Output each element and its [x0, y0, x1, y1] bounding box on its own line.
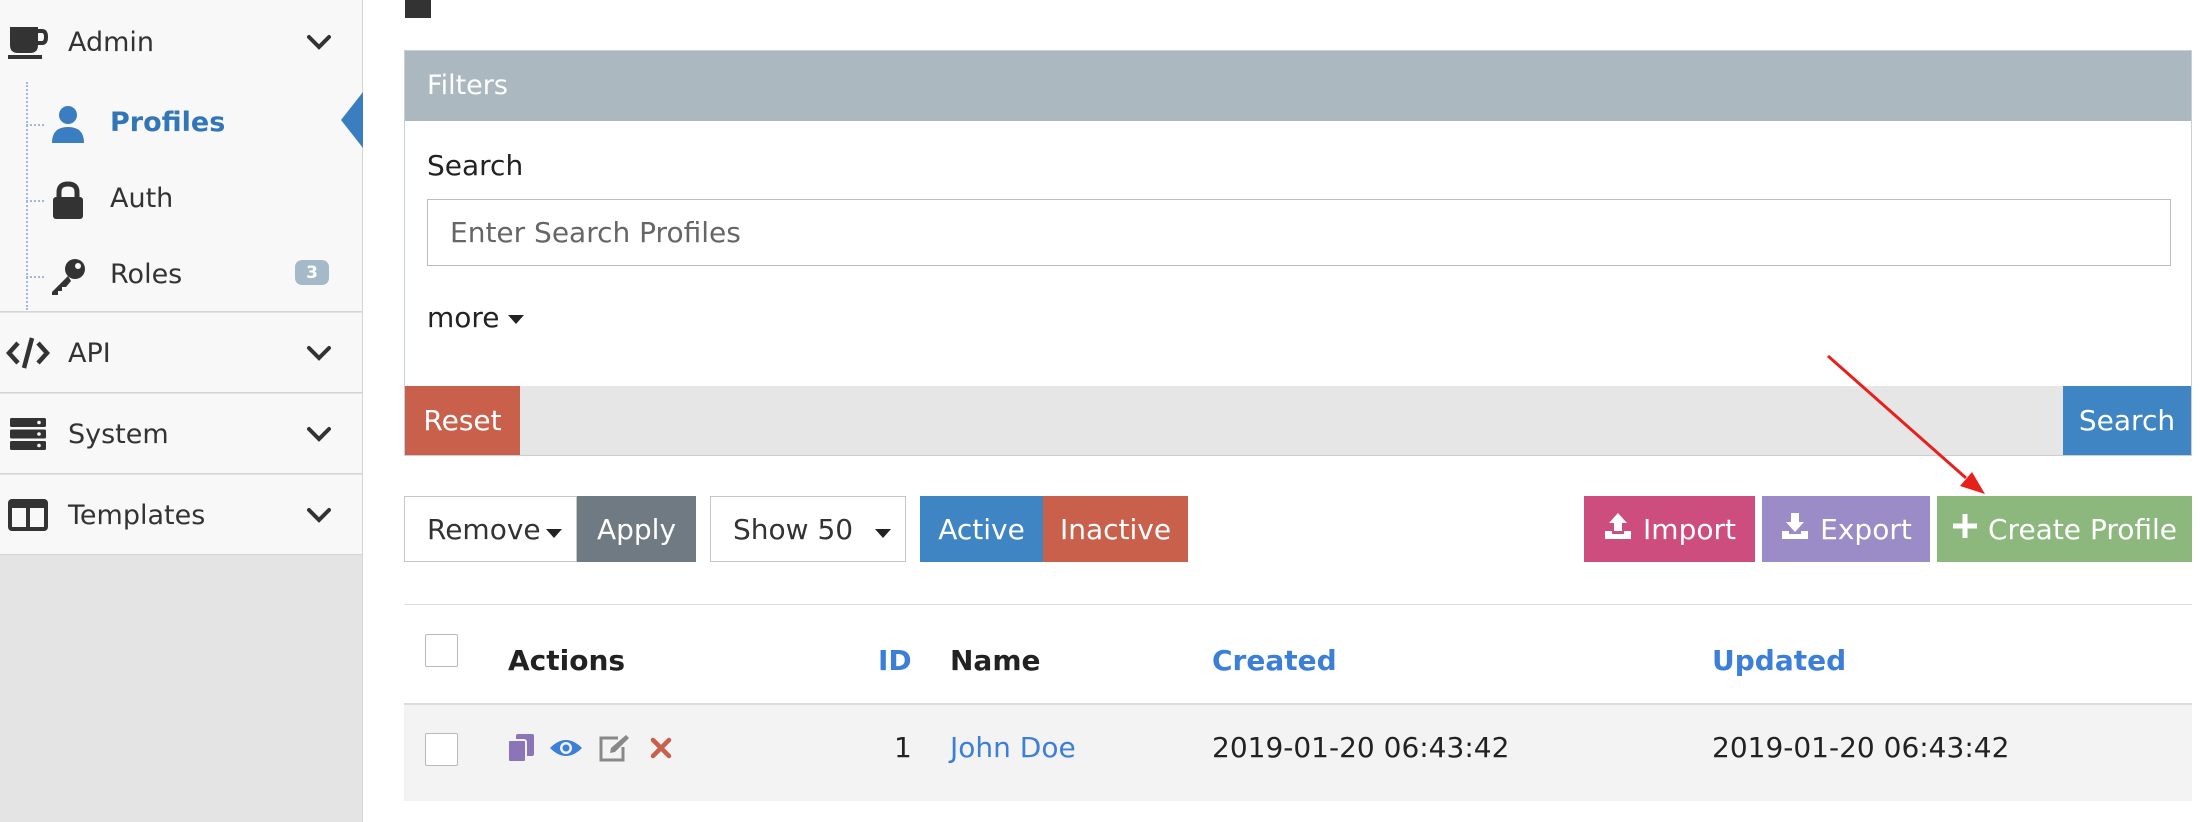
server-icon: [6, 412, 50, 456]
filters-header: Filters: [405, 51, 2191, 121]
chevron-down-icon: [304, 419, 334, 449]
download-icon: [1780, 511, 1810, 548]
sidebar-item-label: Admin: [68, 26, 155, 58]
tree-tick: [26, 276, 44, 278]
column-header-actions: Actions: [508, 644, 626, 677]
export-label: Export: [1820, 512, 1912, 546]
more-label: more: [427, 301, 500, 334]
column-header-updated[interactable]: Updated: [1712, 644, 1846, 677]
sidebar: Admin Profiles Auth Roles 3 API System T…: [0, 0, 363, 822]
chevron-down-icon: [304, 27, 334, 57]
plus-icon: [1952, 513, 1978, 546]
sidebar-item-system[interactable]: System: [0, 394, 362, 474]
sidebar-item-label: System: [68, 418, 169, 450]
cell-created: 2019-01-20 06:43:42: [1212, 731, 1510, 764]
bulk-action-value: Remove: [427, 512, 541, 546]
table-header: Actions ID Name Created Updated: [404, 620, 2192, 705]
column-header-id[interactable]: ID: [878, 644, 912, 677]
filters-panel: Filters Search more Reset Search: [404, 50, 2192, 456]
sidebar-item-label: Auth: [110, 183, 174, 214]
reset-button[interactable]: Reset: [405, 386, 520, 455]
sidebar-item-profiles[interactable]: Profiles: [0, 86, 362, 162]
import-button[interactable]: Import: [1584, 496, 1755, 562]
key-icon: [46, 254, 90, 298]
caret-down-icon: [875, 529, 891, 538]
sidebar-item-label: API: [68, 337, 111, 369]
column-header-created[interactable]: Created: [1212, 644, 1337, 677]
filters-footer: Reset Search: [405, 386, 2191, 455]
create-profile-label: Create Profile: [1988, 512, 2177, 546]
inactive-filter-button[interactable]: Inactive: [1043, 496, 1188, 562]
export-button[interactable]: Export: [1762, 496, 1930, 562]
import-label: Import: [1643, 512, 1736, 546]
sidebar-section-admin: Admin Profiles Auth Roles 3: [0, 0, 362, 312]
chevron-down-icon: [304, 338, 334, 368]
sidebar-section-api: API: [0, 313, 362, 393]
user-icon: [46, 102, 90, 146]
caret-down-icon: [546, 529, 562, 538]
sidebar-item-label: Templates: [68, 499, 206, 531]
copy-icon[interactable]: [504, 731, 538, 765]
column-header-name: Name: [950, 644, 1041, 677]
row-checkbox[interactable]: [425, 733, 458, 766]
bulk-action-select[interactable]: Remove: [404, 496, 577, 562]
upload-icon: [1603, 511, 1633, 548]
sidebar-item-admin[interactable]: Admin: [0, 2, 362, 82]
more-filters-toggle[interactable]: more: [427, 301, 524, 334]
app-root: Admin Profiles Auth Roles 3 API System T…: [0, 0, 2200, 822]
sidebar-item-api[interactable]: API: [0, 313, 362, 393]
sidebar-section-system: System: [0, 394, 362, 474]
active-item-caret: [341, 92, 363, 148]
caret-down-icon: [507, 314, 524, 324]
sidebar-item-templates[interactable]: Templates: [0, 475, 362, 555]
heading-icon: [405, 0, 431, 18]
page-size-select[interactable]: Show 50: [710, 496, 906, 562]
coffee-icon: [6, 20, 50, 64]
page-size-value: Show 50: [733, 512, 854, 546]
table-row: 1 John Doe 2019-01-20 06:43:42 2019-01-2…: [404, 705, 2192, 801]
sidebar-item-label: Roles: [110, 259, 183, 290]
chevron-down-icon: [304, 500, 334, 530]
create-profile-button[interactable]: Create Profile: [1937, 496, 2192, 562]
tree-tick: [26, 200, 44, 202]
apply-button[interactable]: Apply: [577, 496, 696, 562]
search-input[interactable]: [427, 199, 2171, 266]
select-all-checkbox[interactable]: [425, 634, 458, 667]
search-label: Search: [427, 149, 524, 182]
sidebar-section-templates: Templates: [0, 475, 362, 555]
cell-updated: 2019-01-20 06:43:42: [1712, 731, 2010, 764]
sidebar-item-label: Profiles: [110, 107, 226, 138]
search-button[interactable]: Search: [2063, 386, 2191, 455]
lock-icon: [46, 178, 90, 222]
cell-id: 1: [894, 731, 912, 764]
view-icon[interactable]: [549, 731, 583, 765]
cell-name-link[interactable]: John Doe: [950, 731, 1076, 764]
page-title-fragment: [405, 0, 445, 27]
filters-title: Filters: [427, 70, 508, 101]
edit-icon[interactable]: [597, 731, 631, 765]
roles-count-badge: 3: [295, 260, 329, 285]
table-top-divider: [404, 604, 2192, 605]
tree-tick: [26, 124, 44, 126]
sidebar-item-auth[interactable]: Auth: [0, 162, 362, 238]
delete-icon[interactable]: [644, 731, 678, 765]
code-icon: [6, 331, 50, 375]
columns-icon: [6, 493, 50, 537]
active-filter-button[interactable]: Active: [920, 496, 1043, 562]
